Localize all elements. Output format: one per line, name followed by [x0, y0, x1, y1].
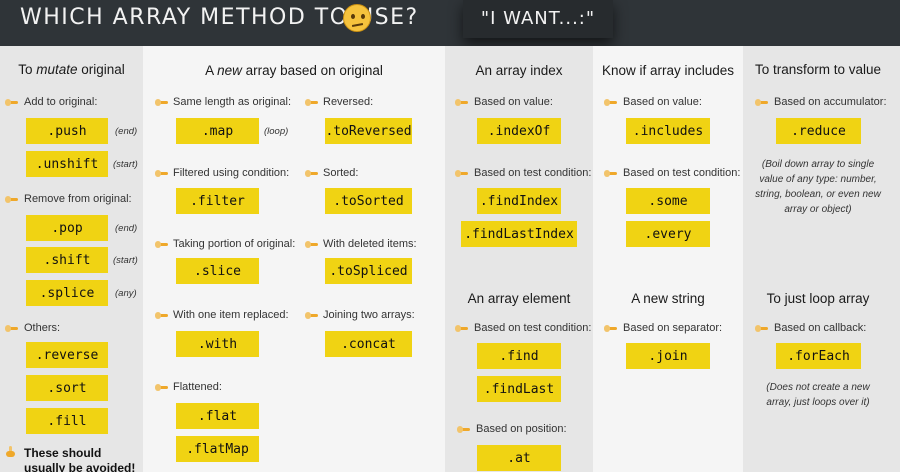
pointing-hand-icon [455, 98, 468, 107]
pointing-hand-icon [604, 324, 617, 333]
column-new-array-title: A new array based on original [205, 63, 383, 78]
header-bar: WHICH ARRAY METHOD TO USE? "I WANT...:" [0, 0, 900, 46]
label-based-on-test-element: Based on test condition: [474, 322, 592, 334]
method-tosorted[interactable]: .toSorted [325, 188, 412, 214]
method-fill[interactable]: .fill [26, 408, 108, 434]
note-foreach: (Does not create a new array, just loops… [766, 382, 870, 408]
label-flattened: Flattened: [173, 381, 222, 393]
pointing-hand-icon [5, 98, 18, 107]
label-one-item-replaced: With one item replaced: [173, 309, 289, 321]
pointing-hand-icon [305, 311, 318, 320]
method-map[interactable]: .map [176, 118, 259, 144]
pointing-hand-icon [604, 169, 617, 178]
method-every[interactable]: .every [626, 221, 710, 247]
pointing-hand-icon [5, 324, 18, 333]
column-new-string-title: A new string [631, 291, 705, 306]
method-at[interactable]: .at [477, 445, 561, 471]
pointing-hand-icon [155, 311, 168, 320]
note-reduce: (Boil down array to single value of any … [755, 159, 881, 215]
method-tospliced[interactable]: .toSpliced [325, 258, 412, 284]
method-shift[interactable]: .shift [26, 247, 108, 273]
method-flat[interactable]: .flat [176, 403, 259, 429]
method-indexof[interactable]: .indexOf [477, 118, 561, 144]
column-array-includes-title: Know if array includes [601, 63, 735, 78]
method-with[interactable]: .with [176, 331, 259, 357]
label-based-on-position: Based on position: [476, 423, 567, 435]
note-map: (loop) [264, 126, 289, 137]
column-array-index-title: An array index [475, 63, 563, 78]
method-flatmap[interactable]: .flatMap [176, 436, 259, 462]
pointing-hand-icon [755, 98, 768, 107]
warning-finger-icon [6, 446, 15, 457]
pointing-hand-icon [5, 195, 18, 204]
label-based-on-test: Based on test condition: [474, 167, 592, 179]
method-findlast[interactable]: .findLast [477, 376, 561, 402]
column-array-element-title: An array element [467, 291, 571, 306]
pointing-hand-icon [455, 324, 468, 333]
pointing-hand-icon [305, 240, 318, 249]
note-pop: (end) [115, 223, 138, 234]
column-array-includes: Know if array includes Based on value: .… [593, 46, 743, 472]
i-want-banner: "I WANT...:" [463, 0, 613, 38]
method-slice[interactable]: .slice [176, 258, 259, 284]
method-pop[interactable]: .pop [26, 215, 108, 241]
column-transform-value: To transform to value Based on accumulat… [743, 46, 900, 472]
label-reversed: Reversed: [323, 96, 374, 108]
label-filtered: Filtered using condition: [173, 167, 290, 179]
method-splice[interactable]: .splice [26, 280, 108, 306]
column-mutate: To mutate original Add to original: .pus… [0, 46, 143, 472]
label-joining-arrays: Joining two arrays: [323, 309, 415, 321]
label-same-length: Same length as original: [173, 96, 292, 108]
method-push[interactable]: .push [26, 118, 108, 144]
pointing-hand-icon [155, 98, 168, 107]
label-others: Others: [24, 322, 61, 334]
note-shift: (start) [113, 255, 138, 266]
label-add-to-original: Add to original: [24, 96, 98, 108]
label-based-on-value: Based on value: [623, 96, 702, 108]
method-findindex[interactable]: .findIndex [477, 188, 561, 214]
note-push: (end) [115, 126, 138, 137]
thinking-face-icon [343, 4, 371, 32]
column-mutate-title: To mutate original [18, 62, 125, 77]
label-based-on-callback: Based on callback: [774, 322, 867, 334]
pointing-hand-icon [455, 169, 468, 178]
method-sort[interactable]: .sort [26, 375, 108, 401]
note-splice: (any) [115, 288, 137, 299]
method-filter[interactable]: .filter [176, 188, 259, 214]
method-toreversed[interactable]: .toReversed [325, 118, 412, 144]
warning-text: These should usually be avoided! [24, 446, 136, 472]
pointing-hand-icon [457, 425, 470, 434]
pointing-hand-icon [604, 98, 617, 107]
label-taking-portion: Taking portion of original: [173, 238, 296, 250]
label-based-on-separator: Based on separator: [623, 322, 723, 334]
column-new-array: A new array based on original Same lengt… [143, 46, 445, 472]
label-based-on-accumulator: Based on accumulator: [774, 96, 887, 108]
pointing-hand-icon [155, 240, 168, 249]
pointing-hand-icon [755, 324, 768, 333]
label-remove-from-original: Remove from original: [24, 193, 132, 205]
method-includes[interactable]: .includes [626, 118, 710, 144]
note-unshift: (start) [113, 159, 138, 170]
method-unshift[interactable]: .unshift [26, 151, 108, 177]
method-find[interactable]: .find [477, 343, 561, 369]
column-loop-array-title: To just loop array [766, 291, 870, 306]
method-reverse[interactable]: .reverse [26, 342, 108, 368]
method-findlastindex[interactable]: .findLastIndex [461, 221, 577, 247]
label-based-on-value: Based on value: [474, 96, 553, 108]
pointing-hand-icon [305, 169, 318, 178]
label-deleted-items: With deleted items: [323, 238, 417, 250]
column-transform-value-title: To transform to value [754, 62, 882, 77]
method-concat[interactable]: .concat [325, 331, 412, 357]
i-want-label: "I WANT...:" [480, 8, 596, 29]
pointing-hand-icon [155, 169, 168, 178]
label-sorted: Sorted: [323, 167, 359, 179]
label-based-on-test: Based on test condition: [623, 167, 741, 179]
method-reduce[interactable]: .reduce [776, 118, 861, 144]
method-foreach[interactable]: .forEach [776, 343, 861, 369]
column-array-index: An array index Based on value: .indexOf … [445, 46, 593, 472]
method-join[interactable]: .join [626, 343, 710, 369]
pointing-hand-icon [305, 98, 318, 107]
pointing-hand-icon [155, 383, 168, 392]
method-some[interactable]: .some [626, 188, 710, 214]
